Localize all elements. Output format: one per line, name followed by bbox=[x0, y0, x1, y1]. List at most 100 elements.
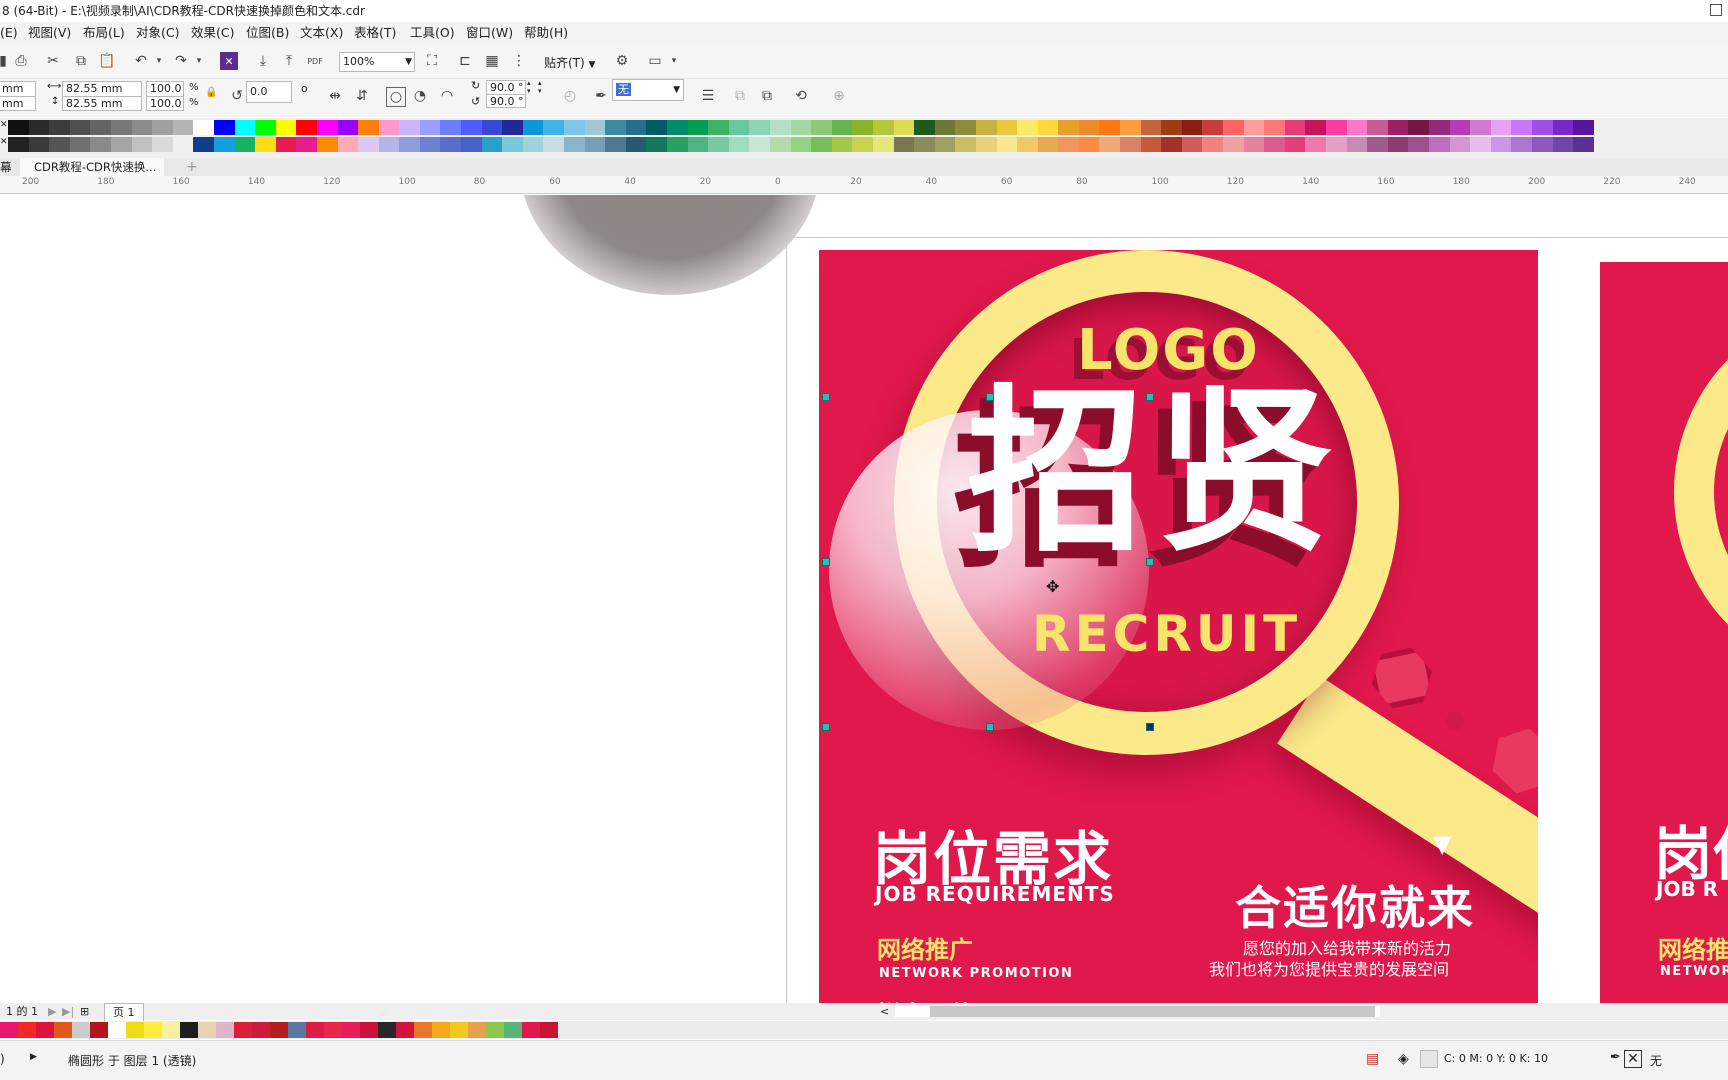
color-swatch[interactable] bbox=[1367, 120, 1388, 135]
color-swatch[interactable] bbox=[288, 1022, 306, 1038]
color-swatch[interactable] bbox=[872, 137, 894, 152]
color-swatch[interactable] bbox=[708, 137, 729, 152]
color-swatch[interactable] bbox=[193, 137, 214, 152]
color-swatch[interactable] bbox=[540, 1022, 558, 1038]
menu-layout[interactable]: 布局(L) bbox=[83, 22, 125, 44]
color-swatch[interactable] bbox=[316, 120, 338, 135]
menu-effects[interactable]: 效果(C) bbox=[191, 22, 234, 44]
save-icon[interactable]: ▮ bbox=[0, 52, 12, 70]
color-swatch[interactable] bbox=[1264, 120, 1285, 135]
color-swatch[interactable] bbox=[584, 120, 606, 135]
color-swatch[interactable] bbox=[213, 120, 235, 135]
guidelines-icon[interactable]: ⋮ bbox=[510, 52, 528, 70]
ellipse-icon[interactable]: ○ bbox=[386, 87, 406, 107]
grid-icon[interactable]: ▦ bbox=[483, 52, 501, 70]
menu-table[interactable]: 表格(T) bbox=[354, 22, 396, 44]
color-swatch[interactable] bbox=[337, 120, 359, 135]
color-swatch[interactable] bbox=[1490, 137, 1512, 152]
color-swatch[interactable] bbox=[1017, 137, 1038, 152]
cut-icon[interactable]: ✂ bbox=[44, 52, 62, 70]
color-swatch[interactable] bbox=[1346, 137, 1368, 152]
color-swatch[interactable] bbox=[49, 137, 70, 152]
color-swatch[interactable] bbox=[419, 120, 441, 135]
outline-pen-icon[interactable]: ✒ bbox=[592, 87, 610, 105]
color-swatch[interactable] bbox=[831, 137, 853, 152]
color-swatch[interactable] bbox=[625, 120, 647, 135]
color-swatch[interactable] bbox=[198, 1022, 216, 1038]
launcher-dropdown-icon[interactable]: ▾ bbox=[665, 52, 683, 70]
add-page-icon[interactable]: ⊞ bbox=[80, 1003, 89, 1020]
color-swatch[interactable] bbox=[255, 120, 276, 135]
color-swatch[interactable] bbox=[152, 137, 173, 152]
page-tab[interactable]: 页 1 bbox=[104, 1003, 144, 1021]
no-outline-icon[interactable]: ✕ bbox=[1624, 1050, 1642, 1068]
menu-window[interactable]: 窗口(W) bbox=[466, 22, 513, 44]
color-swatch[interactable] bbox=[110, 120, 132, 135]
color-swatch[interactable] bbox=[996, 120, 1018, 135]
color-swatch[interactable] bbox=[110, 137, 132, 152]
redo-dropdown-icon[interactable]: ▾ bbox=[190, 52, 208, 70]
no-color-icon[interactable]: ✕ bbox=[0, 137, 8, 151]
pie-icon[interactable]: ◔ bbox=[411, 87, 429, 105]
color-swatch[interactable] bbox=[1120, 120, 1141, 135]
color-swatch[interactable] bbox=[1058, 120, 1079, 135]
color-swatch[interactable] bbox=[502, 137, 523, 152]
selection-handle[interactable] bbox=[1146, 393, 1154, 401]
color-swatch[interactable] bbox=[1428, 137, 1450, 152]
color-swatch[interactable] bbox=[342, 1022, 360, 1038]
mirror-vertical-icon[interactable]: ⇵ bbox=[353, 87, 371, 105]
color-swatch[interactable] bbox=[790, 120, 812, 135]
menu-help[interactable]: 帮助(H) bbox=[524, 22, 568, 44]
color-swatch[interactable] bbox=[126, 1022, 144, 1038]
color-swatch[interactable] bbox=[1326, 120, 1347, 135]
color-swatch[interactable] bbox=[193, 120, 214, 135]
scrollbar-thumb[interactable] bbox=[930, 1006, 1375, 1017]
text-wrap-icon[interactable]: ☰ bbox=[699, 87, 717, 105]
color-swatch[interactable] bbox=[1078, 137, 1100, 152]
color-swatch[interactable] bbox=[1181, 137, 1203, 152]
color-swatch[interactable] bbox=[1511, 120, 1532, 135]
color-swatch[interactable] bbox=[270, 1022, 288, 1038]
scale-y-field[interactable]: 100.0 bbox=[146, 96, 184, 111]
color-swatch[interactable] bbox=[432, 1022, 450, 1038]
color-swatch[interactable] bbox=[1037, 120, 1059, 135]
color-swatch[interactable] bbox=[49, 120, 70, 135]
welcome-tab[interactable]: 幕 bbox=[0, 158, 12, 176]
color-swatch[interactable] bbox=[255, 137, 276, 152]
color-swatch[interactable] bbox=[378, 1022, 396, 1038]
convert-to-curves-icon[interactable]: ⟲ bbox=[792, 87, 810, 105]
color-swatch[interactable] bbox=[1511, 137, 1532, 152]
color-swatch[interactable] bbox=[440, 120, 462, 135]
color-swatch[interactable] bbox=[481, 120, 503, 135]
color-swatch[interactable] bbox=[172, 137, 194, 152]
color-swatch[interactable] bbox=[1140, 120, 1162, 135]
color-swatch[interactable] bbox=[1243, 120, 1265, 135]
color-swatch[interactable] bbox=[1099, 137, 1121, 152]
color-swatch[interactable] bbox=[625, 137, 647, 152]
poster[interactable]: LOGO 招贤 RECRUIT ✥ 岗位需求 JOB REQUIREMENTS … bbox=[819, 250, 1538, 1007]
color-swatch[interactable] bbox=[72, 1022, 90, 1038]
color-swatch[interactable] bbox=[646, 120, 667, 135]
color-swatch[interactable] bbox=[216, 1022, 234, 1038]
color-swatch[interactable] bbox=[36, 1022, 54, 1038]
width-field[interactable]: 82.55 mm bbox=[62, 81, 142, 96]
mirror-horizontal-icon[interactable]: ⇹ bbox=[326, 87, 344, 105]
color-swatch[interactable] bbox=[1161, 137, 1182, 152]
color-swatch[interactable] bbox=[213, 137, 235, 152]
color-swatch[interactable] bbox=[275, 137, 297, 152]
color-swatch[interactable] bbox=[1428, 120, 1450, 135]
color-swatch[interactable] bbox=[1305, 137, 1326, 152]
color-swatch[interactable] bbox=[1058, 137, 1079, 152]
color-swatch[interactable] bbox=[378, 137, 400, 152]
color-swatch[interactable] bbox=[1470, 137, 1491, 152]
color-swatch[interactable] bbox=[360, 1022, 378, 1038]
color-swatch[interactable] bbox=[914, 137, 935, 152]
color-swatch[interactable] bbox=[522, 137, 544, 152]
color-swatch[interactable] bbox=[749, 137, 770, 152]
color-swatch[interactable] bbox=[481, 137, 503, 152]
to-back-icon[interactable]: ⧉ bbox=[758, 87, 776, 105]
color-swatch[interactable] bbox=[667, 137, 688, 152]
color-swatch[interactable] bbox=[90, 137, 111, 152]
color-swatch[interactable] bbox=[28, 137, 50, 152]
color-swatch[interactable] bbox=[399, 120, 420, 135]
